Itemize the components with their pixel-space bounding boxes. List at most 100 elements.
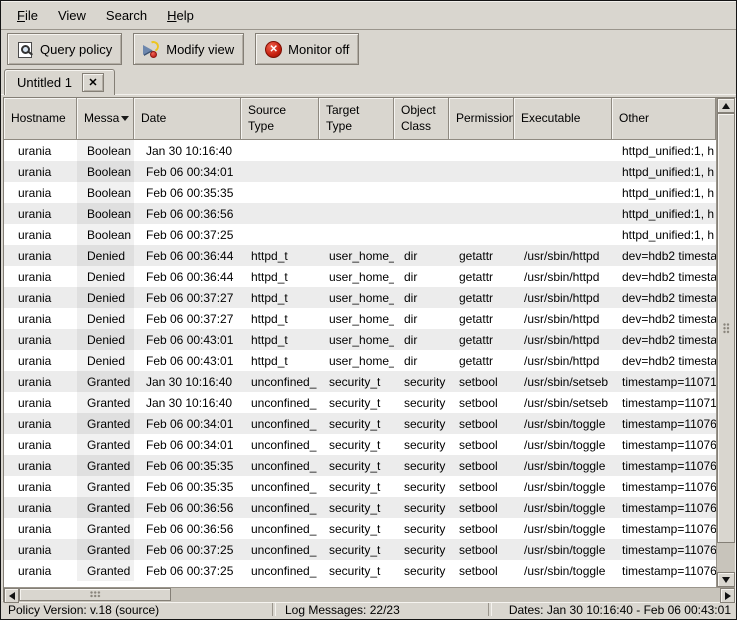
cell-target: user_home_ xyxy=(319,287,394,308)
cell-date: Feb 06 00:36:56 xyxy=(134,203,241,224)
vertical-scroll-thumb[interactable] xyxy=(717,113,735,543)
column-header-hostname[interactable]: Hostname xyxy=(4,98,77,140)
horizontal-scrollbar[interactable] xyxy=(4,587,735,602)
cell-permission: setbool xyxy=(449,392,514,413)
table-row[interactable]: uraniaGrantedJan 30 10:16:40unconfined_s… xyxy=(4,392,716,413)
table-row[interactable]: uraniaGrantedFeb 06 00:37:25unconfined_s… xyxy=(4,560,716,581)
cell-permission: getattr xyxy=(449,266,514,287)
cell-target: security_t xyxy=(319,518,394,539)
cell-message: Granted xyxy=(77,539,134,560)
seaudit-window: { "menu": { "items": [ {"label": "File",… xyxy=(0,0,737,620)
cell-date: Feb 06 00:35:35 xyxy=(134,455,241,476)
cell-date: Feb 06 00:37:27 xyxy=(134,287,241,308)
cell-hostname: urania xyxy=(4,266,77,287)
cell-class: security xyxy=(394,560,449,581)
cell-executable: /usr/sbin/httpd xyxy=(514,287,612,308)
scroll-grip-icon xyxy=(723,323,730,334)
table-row[interactable]: uraniaBooleanFeb 06 00:34:01httpd_unifie… xyxy=(4,161,716,182)
query-policy-button[interactable]: Query policy xyxy=(7,33,122,65)
cell-message: Boolean xyxy=(77,224,134,245)
vertical-scrollbar[interactable] xyxy=(716,98,735,587)
close-icon[interactable]: ✕ xyxy=(82,73,104,92)
table-row[interactable]: uraniaBooleanFeb 06 00:36:56httpd_unifie… xyxy=(4,203,716,224)
cell-other: dev=hdb2 timesta xyxy=(612,266,716,287)
cell-hostname: urania xyxy=(4,455,77,476)
table-row[interactable]: uraniaGrantedFeb 06 00:37:25unconfined_s… xyxy=(4,539,716,560)
column-header-other[interactable]: Other xyxy=(612,98,716,140)
cell-permission: setbool xyxy=(449,476,514,497)
cell-class xyxy=(394,182,449,203)
scroll-left-button[interactable] xyxy=(4,588,19,603)
cell-message: Boolean xyxy=(77,182,134,203)
cell-executable xyxy=(514,161,612,182)
table-row[interactable]: uraniaBooleanFeb 06 00:35:35httpd_unifie… xyxy=(4,182,716,203)
horizontal-scroll-thumb[interactable] xyxy=(19,588,171,601)
column-header-label: Messa xyxy=(84,111,119,127)
cell-source: httpd_t xyxy=(241,329,319,350)
menu-view[interactable]: View xyxy=(48,4,96,27)
cell-executable: /usr/sbin/toggle xyxy=(514,476,612,497)
column-header-label: Target Type xyxy=(326,103,359,134)
cell-class: security xyxy=(394,371,449,392)
vertical-scroll-track[interactable] xyxy=(717,113,735,572)
column-header-executable[interactable]: Executable xyxy=(514,98,612,140)
table-row[interactable]: uraniaGrantedFeb 06 00:36:56unconfined_s… xyxy=(4,497,716,518)
cell-date: Feb 06 00:43:01 xyxy=(134,350,241,371)
table-row[interactable]: uraniaDeniedFeb 06 00:43:01httpd_tuser_h… xyxy=(4,350,716,371)
scroll-up-button[interactable] xyxy=(717,98,735,113)
scroll-right-button[interactable] xyxy=(720,588,735,603)
scroll-down-button[interactable] xyxy=(717,572,735,587)
table-row[interactable]: uraniaDeniedFeb 06 00:43:01httpd_tuser_h… xyxy=(4,329,716,350)
menu-search[interactable]: Search xyxy=(96,4,157,27)
cell-permission xyxy=(449,224,514,245)
table-row[interactable]: uraniaGrantedJan 30 10:16:40unconfined_s… xyxy=(4,371,716,392)
modify-view-icon xyxy=(143,41,160,58)
column-header-date[interactable]: Date xyxy=(134,98,241,140)
cell-message: Denied xyxy=(77,308,134,329)
table-row[interactable]: uraniaDeniedFeb 06 00:37:27httpd_tuser_h… xyxy=(4,287,716,308)
column-header-class[interactable]: Object Class xyxy=(394,98,449,140)
cell-hostname: urania xyxy=(4,539,77,560)
cell-hostname: urania xyxy=(4,392,77,413)
cell-permission: setbool xyxy=(449,455,514,476)
cell-hostname: urania xyxy=(4,203,77,224)
cell-other: dev=hdb2 timesta xyxy=(612,287,716,308)
menu-help[interactable]: Help xyxy=(157,4,204,27)
cell-date: Feb 06 00:36:44 xyxy=(134,266,241,287)
table-row[interactable]: uraniaGrantedFeb 06 00:35:35unconfined_s… xyxy=(4,476,716,497)
cell-permission: getattr xyxy=(449,308,514,329)
table-row[interactable]: uraniaGrantedFeb 06 00:36:56unconfined_s… xyxy=(4,518,716,539)
table-row[interactable]: uraniaGrantedFeb 06 00:35:35unconfined_s… xyxy=(4,455,716,476)
column-header-target[interactable]: Target Type xyxy=(319,98,394,140)
cell-source: unconfined_ xyxy=(241,518,319,539)
modify-view-button[interactable]: Modify view xyxy=(133,33,244,65)
column-header-message[interactable]: Messa xyxy=(77,98,134,140)
cell-message: Granted xyxy=(77,497,134,518)
table-row[interactable]: uraniaDeniedFeb 06 00:37:27httpd_tuser_h… xyxy=(4,308,716,329)
cell-permission xyxy=(449,140,514,161)
cell-source: httpd_t xyxy=(241,308,319,329)
sort-descending-icon xyxy=(121,116,129,121)
cell-executable: /usr/sbin/httpd xyxy=(514,245,612,266)
table-row[interactable]: uraniaDeniedFeb 06 00:36:44httpd_tuser_h… xyxy=(4,266,716,287)
table-row[interactable]: uraniaGrantedFeb 06 00:34:01unconfined_s… xyxy=(4,413,716,434)
table-row[interactable]: uraniaBooleanJan 30 10:16:40httpd_unifie… xyxy=(4,140,716,161)
menu-file[interactable]: File xyxy=(7,4,48,27)
query-policy-icon xyxy=(17,41,34,58)
table-row[interactable]: uraniaDeniedFeb 06 00:36:44httpd_tuser_h… xyxy=(4,245,716,266)
cell-source: unconfined_ xyxy=(241,413,319,434)
column-header-source[interactable]: Source Type xyxy=(241,98,319,140)
monitor-off-button[interactable]: ✕ Monitor off xyxy=(255,33,359,65)
cell-class: dir xyxy=(394,266,449,287)
table-row[interactable]: uraniaBooleanFeb 06 00:37:25httpd_unifie… xyxy=(4,224,716,245)
column-header-permission[interactable]: Permission xyxy=(449,98,514,140)
cell-permission xyxy=(449,203,514,224)
horizontal-scroll-track[interactable] xyxy=(19,588,720,602)
cell-other: httpd_unified:1, h xyxy=(612,182,716,203)
cell-target: user_home_ xyxy=(319,266,394,287)
cell-date: Jan 30 10:16:40 xyxy=(134,140,241,161)
tab-untitled-1[interactable]: Untitled 1 ✕ xyxy=(4,69,115,95)
table-row[interactable]: uraniaGrantedFeb 06 00:34:01unconfined_s… xyxy=(4,434,716,455)
cell-other: timestamp=11076 xyxy=(612,560,716,581)
cell-executable: /usr/sbin/toggle xyxy=(514,518,612,539)
